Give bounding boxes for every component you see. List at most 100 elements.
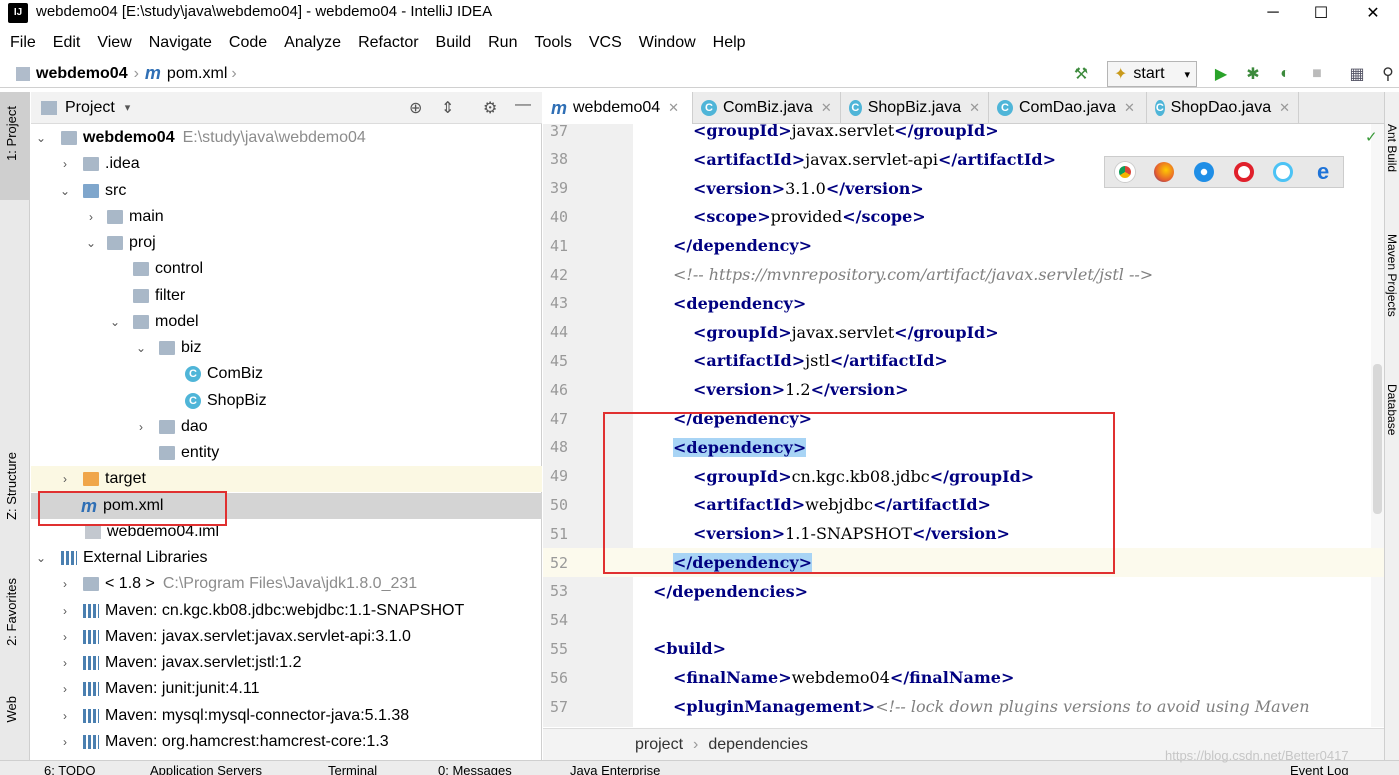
edge-icon[interactable]: e [1313, 161, 1333, 183]
tool-tab-event-log[interactable]: Event Log [1290, 763, 1349, 775]
editor-crumb-project[interactable]: project [635, 736, 683, 754]
menu-refactor[interactable]: Refactor [348, 34, 425, 52]
close-icon[interactable]: ✕ [1279, 100, 1290, 116]
tree-item-maven-servlet-api[interactable]: › Maven: javax.servlet:javax.servlet-api… [31, 624, 542, 650]
tool-tab-structure[interactable]: Z: Structure [4, 452, 19, 520]
hide-panel-icon[interactable]: — [515, 96, 531, 114]
chevron-right-icon[interactable]: › [57, 735, 73, 749]
project-panel-title[interactable]: Project [65, 99, 115, 117]
chrome-icon[interactable] [1114, 162, 1135, 182]
editor-crumb-dependencies[interactable]: dependencies [708, 736, 808, 754]
code-line[interactable]: 45 <artifactId>jstl</artifactId> [543, 346, 1384, 375]
tree-item-idea[interactable]: › .idea [31, 151, 542, 177]
tool-tab-terminal[interactable]: Terminal [328, 763, 377, 775]
build-hammer-icon[interactable]: ⚒ [1070, 63, 1092, 85]
tree-item-webdemo04[interactable]: ⌄ webdemo04 E:\study\java\webdemo04 [31, 125, 542, 151]
tree-item-jdk[interactable]: › < 1.8 > C:\Program Files\Java\jdk1.8.0… [31, 571, 542, 597]
tree-item-model[interactable]: ⌄ model [31, 309, 542, 335]
code-line[interactable]: 54 [543, 606, 1384, 635]
tool-tab-messages[interactable]: 0: Messages [438, 763, 512, 775]
menu-code[interactable]: Code [219, 34, 274, 52]
close-button[interactable]: ✕ [1350, 0, 1396, 26]
chevron-right-icon[interactable]: › [57, 682, 73, 696]
chevron-right-icon[interactable]: › [83, 210, 99, 224]
tool-tab-java-enterprise[interactable]: Java Enterprise [570, 763, 660, 775]
menu-file[interactable]: File [0, 34, 43, 52]
code-line[interactable]: 57 <pluginManagement><!-- lock down plugi… [543, 692, 1384, 721]
tool-tab-todo[interactable]: 6: TODO [44, 763, 96, 775]
tree-item-control[interactable]: control [31, 256, 542, 282]
code-line[interactable]: 43 <dependency> [543, 289, 1384, 318]
menu-tools[interactable]: Tools [524, 34, 578, 52]
tree-item-filter[interactable]: filter [31, 283, 542, 309]
chevron-right-icon[interactable]: › [57, 656, 73, 670]
tree-item-maven-webjdbc[interactable]: › Maven: cn.kgc.kb08.jdbc:webjdbc:1.1-SN… [31, 598, 542, 624]
tree-item-target[interactable]: › target [31, 466, 542, 492]
tree-item-proj[interactable]: ⌄ proj [31, 230, 542, 256]
opera-icon[interactable] [1233, 162, 1254, 182]
code-line[interactable]: 44 <groupId>javax.servlet</groupId> [543, 318, 1384, 347]
run-config-select[interactable]: ✦ start ▾ [1107, 61, 1197, 87]
tool-tab-maven-projects[interactable]: Maven Projects [1385, 234, 1399, 317]
chevron-right-icon[interactable]: › [57, 709, 73, 723]
search-icon[interactable]: ⚲ [1377, 63, 1399, 85]
chevron-down-icon[interactable]: ⌄ [133, 341, 149, 355]
code-line[interactable]: 41 </dependency> [543, 231, 1384, 260]
chevron-right-icon[interactable]: › [57, 630, 73, 644]
tree-item-main[interactable]: › main [31, 204, 542, 230]
tree-item-biz[interactable]: ⌄ biz [31, 335, 542, 361]
code-line[interactable]: 55 <build> [543, 634, 1384, 663]
chevron-down-icon[interactable]: ⌄ [33, 131, 49, 145]
menu-view[interactable]: View [87, 34, 138, 52]
nav-crumb-file[interactable]: pom.xml [167, 65, 227, 83]
nav-crumb-project[interactable]: webdemo04 [36, 65, 128, 83]
chevron-down-icon[interactable]: ⌄ [57, 184, 73, 198]
tree-item-maven-jstl[interactable]: › Maven: javax.servlet:jstl:1.2 [31, 650, 542, 676]
minimize-button[interactable]: ─ [1250, 0, 1296, 26]
close-icon[interactable]: ✕ [668, 100, 679, 116]
chevron-down-icon[interactable]: ▾ [125, 101, 131, 114]
gear-icon[interactable]: ⚙ [483, 98, 497, 118]
project-structure-icon[interactable]: ▦ [1346, 63, 1368, 85]
chevron-right-icon[interactable]: › [57, 604, 73, 618]
menu-build[interactable]: Build [426, 34, 479, 52]
tool-tab-application-servers[interactable]: Application Servers [150, 763, 262, 775]
tree-item-combiz[interactable]: C ComBiz [31, 361, 542, 387]
tree-item-maven-mysql[interactable]: › Maven: mysql:mysql-connector-java:5.1.… [31, 703, 542, 729]
tree-item-src[interactable]: ⌄ src [31, 178, 542, 204]
internet-explorer-icon[interactable] [1273, 162, 1294, 182]
tree-item-shopbiz[interactable]: C ShopBiz [31, 388, 542, 414]
chevron-down-icon[interactable]: ⌄ [107, 315, 123, 329]
locate-icon[interactable]: ⊕ [409, 98, 422, 118]
close-icon[interactable]: ✕ [821, 100, 832, 116]
code-line[interactable]: 46 <version>1.2</version> [543, 375, 1384, 404]
code-line[interactable]: 42 <!-- https://mvnrepository.com/artifac… [543, 260, 1384, 289]
tool-tab-ant-build[interactable]: Ant Build [1385, 124, 1399, 172]
code-line[interactable]: 40 <scope>provided</scope> [543, 202, 1384, 231]
chevron-right-icon[interactable]: › [57, 472, 73, 486]
code-line[interactable]: 37 <groupId>javax.servlet</groupId> [543, 116, 1384, 145]
tool-tab-web[interactable]: Web [4, 696, 19, 723]
collapse-all-icon[interactable]: ⇕ [441, 98, 454, 118]
chevron-down-icon[interactable]: ⌄ [83, 236, 99, 250]
tree-item-dao[interactable]: › dao [31, 414, 542, 440]
menu-run[interactable]: Run [478, 34, 524, 52]
menu-help[interactable]: Help [703, 34, 753, 52]
stop-icon[interactable]: ■ [1306, 63, 1328, 85]
chevron-right-icon[interactable]: › [133, 420, 149, 434]
menu-vcs[interactable]: VCS [579, 34, 629, 52]
maximize-button[interactable]: ☐ [1298, 0, 1344, 26]
menu-analyze[interactable]: Analyze [274, 34, 348, 52]
tree-item-maven-junit[interactable]: › Maven: junit:junit:4.11 [31, 676, 542, 702]
menu-edit[interactable]: Edit [43, 34, 88, 52]
tree-item-maven-hamcrest[interactable]: › Maven: org.hamcrest:hamcrest-core:1.3 [31, 729, 542, 755]
firefox-icon[interactable] [1154, 162, 1175, 182]
chevron-down-icon[interactable]: ⌄ [33, 551, 49, 565]
code-line[interactable]: 53 </dependencies> [543, 577, 1384, 606]
tool-tab-project[interactable]: 1: Project [4, 106, 19, 161]
debug-icon[interactable]: ✱ [1242, 63, 1264, 85]
tool-tab-database[interactable]: Database [1385, 384, 1399, 435]
run-icon[interactable]: ▶ [1210, 63, 1232, 85]
tree-item-external-libraries[interactable]: ⌄ External Libraries [31, 545, 542, 571]
safari-icon[interactable] [1194, 162, 1215, 182]
